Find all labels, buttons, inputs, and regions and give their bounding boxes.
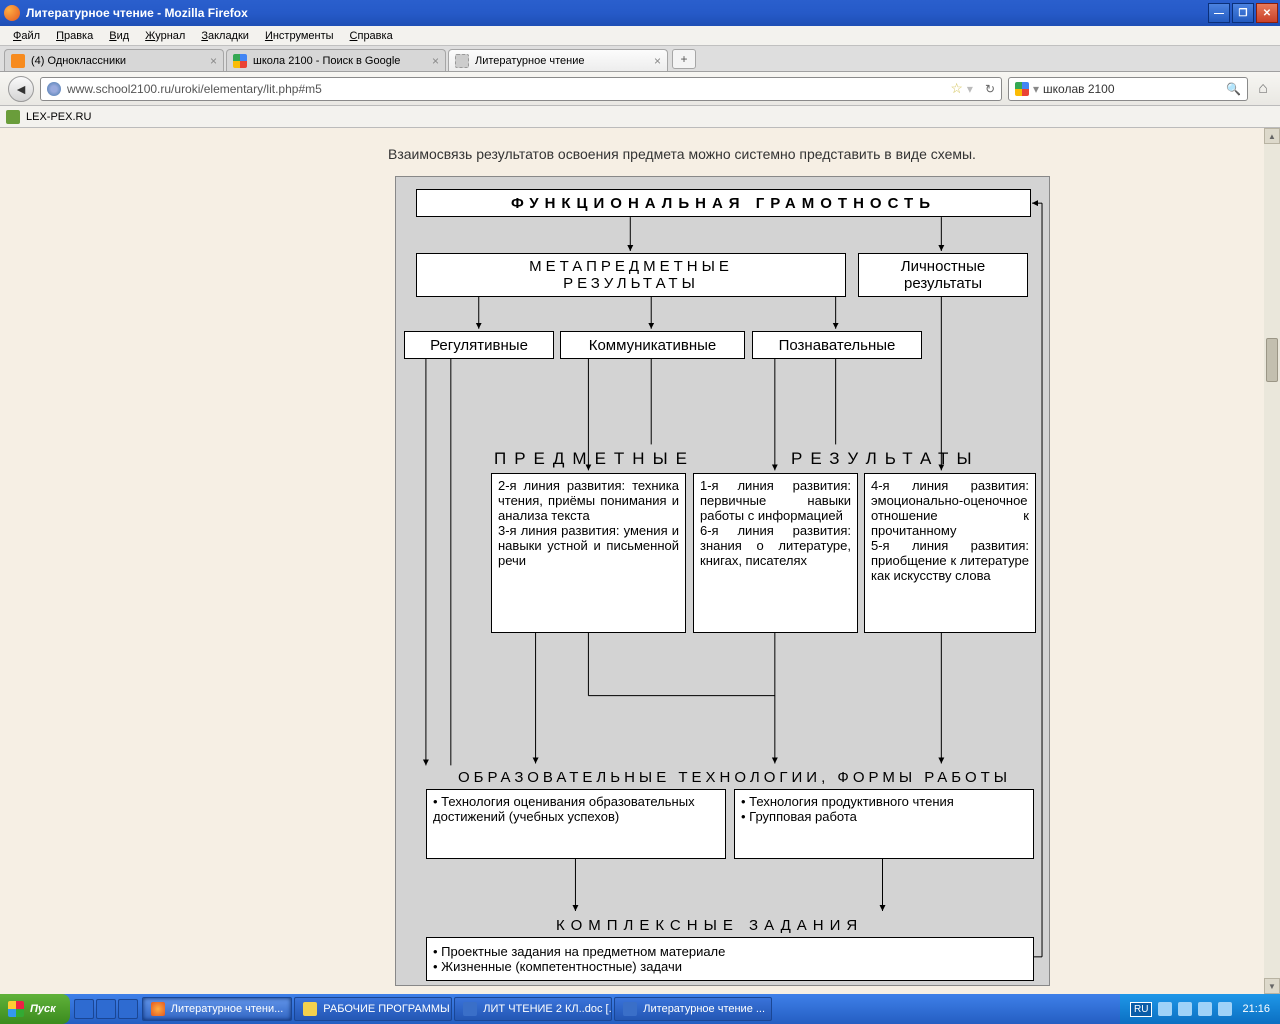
folder-icon bbox=[303, 1002, 317, 1016]
taskbar-item-word1[interactable]: ЛИТ ЧТЕНИЕ 2 КЛ..doc [... bbox=[454, 997, 612, 1021]
box-communicative: Коммуникативные bbox=[560, 331, 745, 359]
box-functional-literacy: ФУНКЦИОНАЛЬНАЯ ГРАМОТНОСТЬ bbox=[416, 189, 1031, 217]
google-icon bbox=[1015, 82, 1029, 96]
scroll-thumb[interactable] bbox=[1266, 338, 1278, 382]
page-icon bbox=[455, 54, 469, 68]
tab-current[interactable]: Литературное чтение × bbox=[448, 49, 668, 71]
search-text: школав 2100 bbox=[1043, 82, 1115, 96]
box-regulatory: Регулятивные bbox=[404, 331, 554, 359]
menu-tools[interactable]: Инструменты bbox=[258, 28, 341, 44]
quick-launch-item[interactable] bbox=[96, 999, 116, 1019]
box-line-4-5: 4-я линия развития: эмоционально-оценочн… bbox=[864, 473, 1036, 633]
firefox-icon bbox=[4, 5, 20, 21]
bookmark-favicon bbox=[6, 110, 20, 124]
maximize-button[interactable]: ❐ bbox=[1232, 3, 1254, 23]
box-cognitive: Познавательные bbox=[752, 331, 922, 359]
task-label: ЛИТ ЧТЕНИЕ 2 КЛ..doc [... bbox=[483, 1003, 612, 1015]
search-icon[interactable]: 🔍 bbox=[1226, 82, 1241, 96]
odnoklassniki-icon bbox=[11, 54, 25, 68]
google-icon bbox=[233, 54, 247, 68]
reload-icon[interactable]: ↻ bbox=[985, 82, 995, 96]
window-title: Литературное чтение - Mozilla Firefox bbox=[26, 6, 248, 20]
tray-icon[interactable] bbox=[1198, 1002, 1212, 1016]
tab-close-icon[interactable]: × bbox=[210, 54, 217, 68]
url-bar[interactable]: www.school2100.ru/uroki/elementary/lit.p… bbox=[40, 77, 1002, 101]
tray-icon[interactable] bbox=[1218, 1002, 1232, 1016]
header-technologies: ОБРАЗОВАТЕЛЬНЫЕ ТЕХНОЛОГИИ, ФОРМЫ РАБОТЫ bbox=[458, 769, 1011, 786]
word-icon bbox=[463, 1002, 477, 1016]
home-button[interactable]: ⌂ bbox=[1254, 80, 1272, 98]
tab-label: (4) Одноклассники bbox=[31, 55, 126, 67]
task-label: Литературное чтение ... bbox=[643, 1003, 765, 1015]
tray-icon[interactable] bbox=[1158, 1002, 1172, 1016]
taskbar-item-firefox[interactable]: Литературное чтени... bbox=[142, 997, 293, 1021]
task-label: Литературное чтени... bbox=[171, 1003, 284, 1015]
menu-help[interactable]: Справка bbox=[343, 28, 400, 44]
header-complex-tasks: КОМПЛЕКСНЫЕ ЗАДАНИЯ bbox=[556, 917, 863, 934]
box-line-1-6: 1-я линия развития: первичные навыки раб… bbox=[693, 473, 858, 633]
tab-bar: (4) Одноклассники × школа 2100 - Поиск в… bbox=[0, 46, 1280, 72]
url-text: www.school2100.ru/uroki/elementary/lit.p… bbox=[67, 82, 322, 96]
clock[interactable]: 21:16 bbox=[1242, 1003, 1270, 1015]
tray-icon[interactable] bbox=[1178, 1002, 1192, 1016]
minimize-button[interactable]: — bbox=[1208, 3, 1230, 23]
menu-bar: Файл Правка Вид Журнал Закладки Инструме… bbox=[0, 26, 1280, 46]
task-label: РАБОЧИЕ ПРОГРАММЫ ... bbox=[323, 1003, 452, 1015]
menu-file[interactable]: Файл bbox=[6, 28, 47, 44]
word-icon bbox=[623, 1002, 637, 1016]
tab-close-icon[interactable]: × bbox=[432, 54, 439, 68]
bookmark-star-icon[interactable]: ☆ bbox=[950, 80, 963, 97]
tab-label: Литературное чтение bbox=[475, 55, 585, 67]
system-tray: RU 21:16 bbox=[1120, 994, 1280, 1024]
quick-launch-item[interactable] bbox=[118, 999, 138, 1019]
box-personal-results: Личностные результаты bbox=[858, 253, 1028, 297]
intro-text: Взаимосвязь результатов освоения предмет… bbox=[0, 128, 1264, 162]
scroll-down-icon[interactable]: ▼ bbox=[1264, 978, 1280, 994]
taskbar-item-folder[interactable]: РАБОЧИЕ ПРОГРАММЫ ... bbox=[294, 997, 452, 1021]
search-box[interactable]: ▾ школав 2100 🔍 bbox=[1008, 77, 1248, 101]
language-indicator[interactable]: RU bbox=[1130, 1002, 1152, 1017]
box-meta-results: МЕТАПРЕДМЕТНЫЕ РЕЗУЛЬТАТЫ bbox=[416, 253, 846, 297]
header-subject: ПРЕДМЕТНЫЕ bbox=[494, 449, 695, 469]
menu-history[interactable]: Журнал bbox=[138, 28, 192, 44]
tab-close-icon[interactable]: × bbox=[654, 54, 661, 68]
close-button[interactable]: ✕ bbox=[1256, 3, 1278, 23]
windows-logo-icon bbox=[8, 1001, 24, 1017]
menu-edit[interactable]: Правка bbox=[49, 28, 100, 44]
window-titlebar: Литературное чтение - Mozilla Firefox — … bbox=[0, 0, 1280, 26]
header-results: РЕЗУЛЬТАТЫ bbox=[791, 449, 980, 469]
new-tab-button[interactable]: + bbox=[672, 49, 696, 69]
vertical-scrollbar[interactable]: ▲ ▼ bbox=[1264, 128, 1280, 994]
menu-view[interactable]: Вид bbox=[102, 28, 136, 44]
navigation-toolbar: ◄ www.school2100.ru/uroki/elementary/lit… bbox=[0, 72, 1280, 106]
scroll-up-icon[interactable]: ▲ bbox=[1264, 128, 1280, 144]
tab-google[interactable]: школа 2100 - Поиск в Google × bbox=[226, 49, 446, 71]
box-tech-reading: • Технология продуктивного чтения • Груп… bbox=[734, 789, 1034, 859]
quick-launch bbox=[74, 999, 138, 1019]
bookmarks-toolbar: LEX-PEX.RU bbox=[0, 106, 1280, 128]
taskbar-item-word2[interactable]: Литературное чтение ... bbox=[614, 997, 772, 1021]
back-button[interactable]: ◄ bbox=[8, 76, 34, 102]
firefox-icon bbox=[151, 1002, 165, 1016]
quick-launch-item[interactable] bbox=[74, 999, 94, 1019]
start-label: Пуск bbox=[30, 1003, 56, 1015]
start-button[interactable]: Пуск bbox=[0, 994, 70, 1024]
box-line-2-3: 2-я линия развития: техника чтения, приё… bbox=[491, 473, 686, 633]
tab-label: школа 2100 - Поиск в Google bbox=[253, 55, 400, 67]
menu-bookmarks[interactable]: Закладки bbox=[194, 28, 256, 44]
page-content: Взаимосвязь результатов освоения предмет… bbox=[0, 128, 1264, 994]
tab-odnoklassniki[interactable]: (4) Одноклассники × bbox=[4, 49, 224, 71]
scheme-diagram: ФУНКЦИОНАЛЬНАЯ ГРАМОТНОСТЬ МЕТАПРЕДМЕТНЫ… bbox=[395, 176, 1050, 986]
globe-icon bbox=[47, 82, 61, 96]
box-complex-tasks: • Проектные задания на предметном матери… bbox=[426, 937, 1034, 981]
box-tech-assessment: • Технология оценивания образовательных … bbox=[426, 789, 726, 859]
bookmark-link[interactable]: LEX-PEX.RU bbox=[26, 111, 91, 123]
windows-taskbar: Пуск Литературное чтени... РАБОЧИЕ ПРОГР… bbox=[0, 994, 1280, 1024]
